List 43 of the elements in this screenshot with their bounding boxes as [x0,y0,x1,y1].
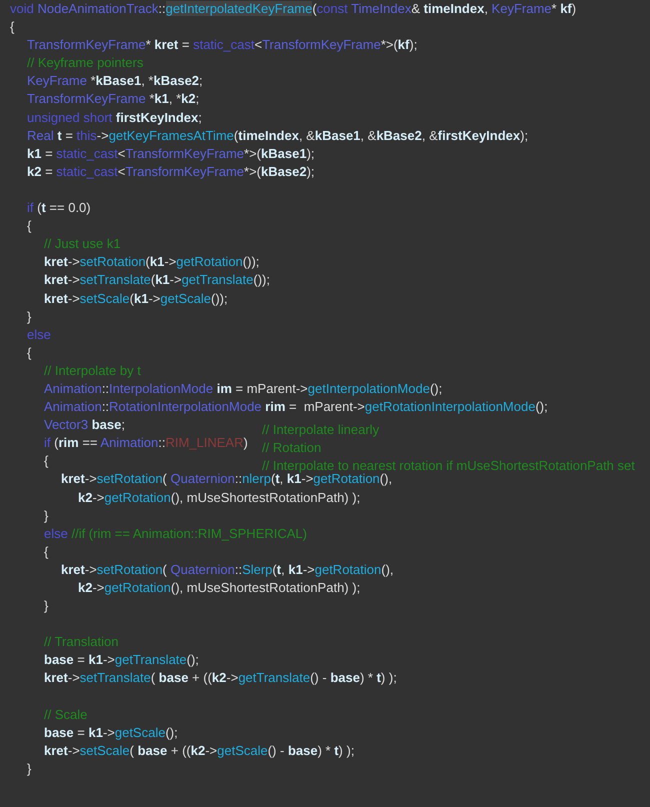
code-line: { [43,542,48,561]
code-line: Animation::InterpolationMode im = mParent->getInterpolationMode(); [43,380,442,398]
code-line: TransformKeyFrame* kret = static_cast<TransformKeyFrame*>(kf); [26,36,418,54]
code-line: else //if (rim == Animation::RIM_SPHERICAL) [43,524,307,543]
code-line: if (t == 0.0) [26,199,91,218]
code-line: kret->setScale(k1->getScale()); [43,290,228,308]
code-line: // Translation [43,633,118,652]
code-comment: // Rotation [262,439,322,452]
code-line: k1 = static_cast<TransformKeyFrame*>(kBase1); [26,144,315,163]
code-line: base = k1->getScale(); [43,724,178,742]
code-line: Vector3 base; [43,416,126,434]
code-line: kret->setRotation( Quaternion::Slerp(t, k1->getRotation(), [60,560,394,579]
code-line: { [43,452,50,470]
code-line: kret->setTranslate( base + ((k2->getTranslate() - base) * t) ); [43,669,397,688]
code-line: kret->setRotation(k1->getRotation()); [43,253,260,272]
code-line: } [43,506,48,525]
code-line: // Interpolate by t [43,362,141,380]
code-line: unsigned short firstKeyIndex; [26,108,202,127]
code-comment: // Interpolate to nearest rotation if mUseShortestRotationPath set [262,457,635,470]
code-line: Animation::RotationInterpolationMode rim = mParent->getRotationInterpolationMode(); [43,398,548,416]
code-line: // Scale [43,706,88,724]
code-line: if (rim == Animation::RIM_LINEAR) [43,434,249,452]
code-line: } [43,597,48,616]
code-line: { [10,18,14,36]
code-line: kret->setScale( base + ((k2->getScale() - base) * t) ); [43,742,354,760]
code-line: Real t = this->getKeyFramesAtTime(timeIndex, &kBase1, &kBase2, &firstKeyIndex); [26,126,528,145]
code-line: } [26,308,32,326]
code-line: // Just use k1 [43,235,121,254]
code-line: base = k1->getTranslate(); [43,651,199,670]
code-line: { [26,344,32,362]
code-line: KeyFrame *kBase1, *kBase2; [26,72,203,90]
code-line: kret->setTranslate(k1->getTranslate()); [43,271,270,290]
code-line: { [26,217,32,236]
code-comment: // Interpolate linearly [262,421,380,434]
code-line: else [26,326,51,344]
code-line: // Keyframe pointers [26,54,144,72]
code-line: k2->getRotation(), mUseShortestRotationPath) ); [77,579,360,597]
code-line: } [26,760,32,778]
code-line: kret->setRotation( Quaternion::nlerp(t, k1->getRotation(), [60,471,392,488]
code-line: k2->getRotation(), mUseShortestRotationPath) ); [77,488,360,507]
code-line: TransformKeyFrame *k1, *k2; [26,90,200,108]
code-line: k2 = static_cast<TransformKeyFrame*>(kBase2); [26,162,315,181]
code-line: void NodeAnimationTrack::getInterpolatedKeyFrame(const TimeIndex& timeIndex, KeyFrame* kf) [10,0,576,18]
